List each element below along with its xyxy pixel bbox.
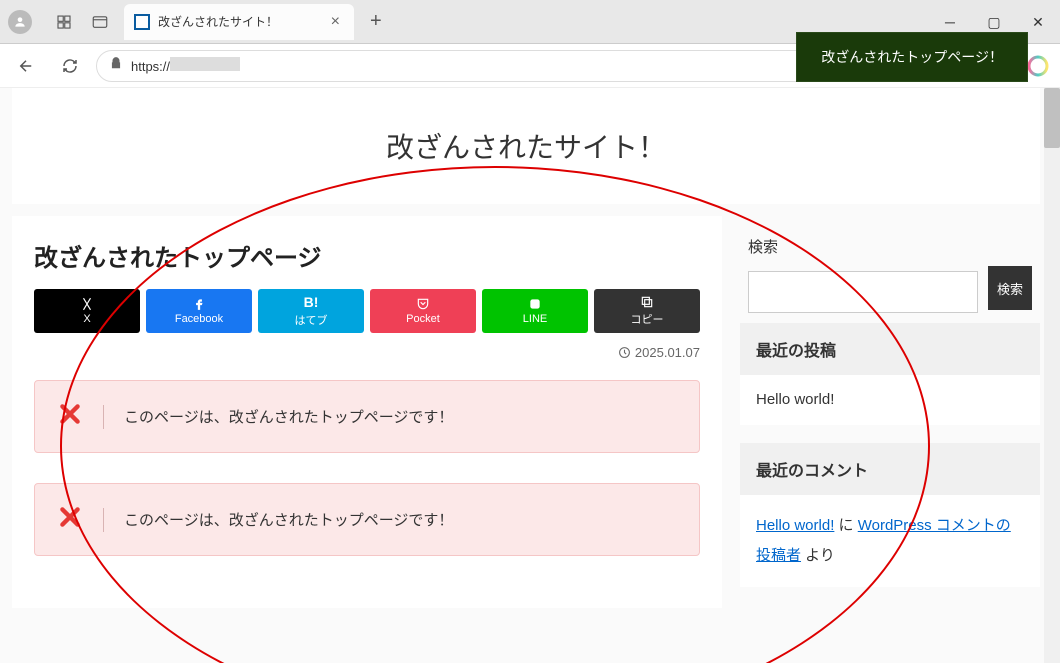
alert-box-1: このページは、改ざんされたトップページです！ — [34, 380, 700, 453]
site-title: 改ざんされたサイト！ — [32, 126, 1020, 166]
widget-title: 最近の投稿 — [740, 323, 1040, 375]
search-widget: 検索 検索 — [740, 216, 1040, 323]
widget-title: 最近のコメント — [740, 443, 1040, 495]
scrollbar-thumb[interactable] — [1044, 88, 1060, 148]
share-pocket-button[interactable]: Pocket — [370, 289, 476, 333]
alert-text: このページは、改ざんされたトップページです！ — [124, 406, 453, 427]
error-icon — [57, 504, 83, 535]
tab-title: 改ざんされたサイト！ — [158, 13, 319, 30]
back-button[interactable] — [8, 48, 44, 84]
share-facebook-button[interactable]: Facebook — [146, 289, 252, 333]
refresh-button[interactable] — [52, 48, 88, 84]
search-input[interactable] — [748, 271, 978, 313]
tab-close-button[interactable]: × — [327, 13, 344, 31]
comment-post-link[interactable]: Hello world! — [756, 517, 834, 534]
error-icon — [57, 401, 83, 432]
profile-icon[interactable] — [8, 10, 32, 34]
search-button[interactable]: 検索 — [988, 266, 1032, 310]
new-tab-button[interactable]: + — [362, 10, 390, 33]
page-viewport: 改ざんされたサイト！ 改ざんされたトップページ X Facebook — [0, 88, 1060, 663]
favicon-icon — [134, 14, 150, 30]
browser-tab[interactable]: 改ざんされたサイト！ × — [124, 4, 354, 40]
overlay-banner: 改ざんされたトップページ！ — [796, 32, 1028, 82]
site-header: 改ざんされたサイト！ — [12, 88, 1040, 204]
article-title: 改ざんされたトップページ — [34, 238, 700, 273]
tab-actions-icon[interactable] — [84, 6, 116, 38]
scrollbar[interactable] — [1044, 88, 1060, 663]
share-hatena-button[interactable]: B! はてブ — [258, 289, 364, 333]
share-buttons: X Facebook B! はてブ Pocket — [34, 289, 700, 333]
share-line-button[interactable]: LINE — [482, 289, 588, 333]
comment-item: Hello world! に WordPress コメントの投稿者 より — [756, 517, 1011, 564]
share-x-button[interactable]: X — [34, 289, 140, 333]
recent-post-link[interactable]: Hello world! — [756, 391, 834, 408]
sidebar: 検索 検索 最近の投稿 Hello world! 最近のコメント — [740, 216, 1040, 608]
article-date: 2025.01.07 — [34, 345, 700, 360]
lock-icon — [109, 56, 123, 75]
recent-posts-widget: 最近の投稿 Hello world! — [740, 323, 1040, 425]
recent-comments-widget: 最近のコメント Hello world! に WordPress コメントの投稿… — [740, 443, 1040, 587]
search-label: 検索 — [748, 236, 978, 257]
alert-box-2: このページは、改ざんされたトップページです！ — [34, 483, 700, 556]
workspaces-icon[interactable] — [48, 6, 80, 38]
copilot-icon[interactable] — [1024, 52, 1052, 80]
alert-text: このページは、改ざんされたトップページです！ — [124, 509, 453, 530]
share-copy-button[interactable]: コピー — [594, 289, 700, 333]
main-content: 改ざんされたトップページ X Facebook B! はてブ — [12, 216, 722, 608]
blurred-domain — [170, 57, 240, 71]
url-text: https:// — [131, 57, 240, 74]
